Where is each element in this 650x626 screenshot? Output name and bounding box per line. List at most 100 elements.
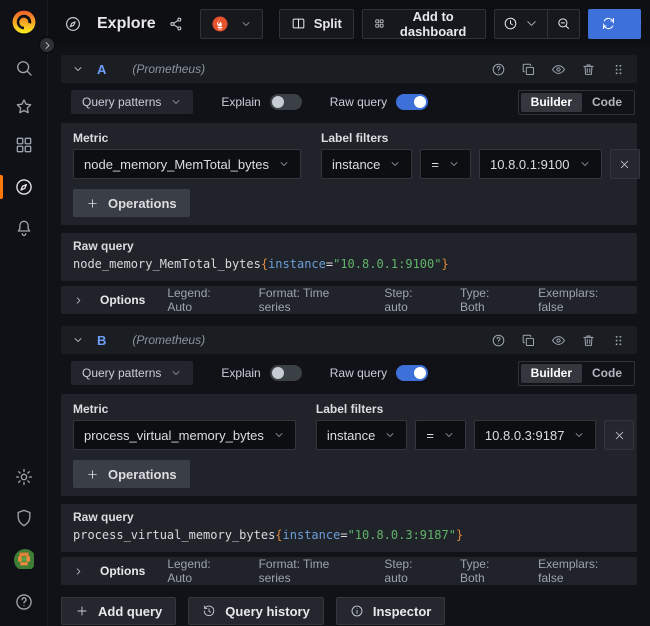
user-avatar[interactable]	[14, 549, 34, 569]
chevron-down-icon	[579, 158, 591, 170]
option-step: Step: auto	[384, 557, 438, 585]
filter-value-select[interactable]: 10.8.0.3:9187	[474, 420, 597, 450]
sidebar-item-server-admin[interactable]	[14, 508, 34, 528]
query-patterns-button[interactable]: Query patterns	[71, 361, 193, 385]
duplicate-query-icon[interactable]	[521, 62, 536, 77]
inspector-button[interactable]: Inspector	[336, 597, 446, 625]
toggle-off-switch[interactable]	[270, 94, 302, 110]
refresh-icon	[601, 16, 616, 31]
datasource-picker[interactable]	[200, 9, 263, 39]
chevron-down-icon	[170, 96, 182, 108]
sidebar	[0, 0, 48, 626]
sidebar-item-starred[interactable]	[14, 97, 34, 117]
query-options-collapsed-b[interactable]: Options Legend: Auto Format: Time series…	[61, 557, 637, 585]
sidebar-item-explore[interactable]	[14, 177, 34, 197]
query-row-b: B (Prometheus) Query patterns	[61, 326, 637, 585]
share-icon[interactable]	[168, 16, 184, 32]
add-operation-button[interactable]: Operations	[73, 460, 190, 488]
toggle-on-switch[interactable]	[396, 365, 428, 381]
query-datasource-label: (Prometheus)	[132, 62, 205, 76]
code-close-brace: }	[441, 257, 448, 271]
builder-mode-button[interactable]: Builder	[521, 364, 582, 383]
page-title: Explore	[97, 15, 156, 33]
query-header-b[interactable]: B (Prometheus)	[61, 326, 637, 354]
metric-field-label: Metric	[73, 131, 301, 145]
sidebar-item-help[interactable]	[14, 592, 34, 612]
query-editor-area: A (Prometheus) Query patterns	[48, 47, 650, 625]
filter-label-select[interactable]: instance	[316, 420, 407, 450]
query-patterns-button[interactable]: Query patterns	[71, 90, 193, 114]
drag-handle-icon[interactable]	[611, 62, 626, 77]
remove-filter-button[interactable]	[604, 420, 634, 450]
option-type: Type: Both	[460, 557, 516, 585]
run-query-refresh-button[interactable]	[588, 9, 629, 39]
label-filters-field-label: Label filters	[321, 131, 640, 145]
filter-operator-select[interactable]: =	[420, 149, 471, 179]
query-header-actions	[491, 333, 626, 348]
metric-select[interactable]: node_memory_MemTotal_bytes	[73, 149, 301, 179]
add-to-dashboard-button[interactable]: Add to dashboard	[362, 9, 486, 39]
prometheus-logo-icon	[211, 15, 229, 33]
filter-value-select[interactable]: 10.8.0.1:9100	[479, 149, 602, 179]
collapse-chevron-icon[interactable]	[72, 334, 84, 346]
toggle-off-switch[interactable]	[270, 365, 302, 381]
remove-query-trash-icon[interactable]	[581, 62, 596, 77]
raw-query-toggle[interactable]: Raw query	[330, 94, 428, 110]
add-query-button[interactable]: Add query	[61, 597, 176, 625]
code-mode-button[interactable]: Code	[582, 364, 632, 383]
query-ref-id: A	[97, 62, 106, 77]
remove-query-trash-icon[interactable]	[581, 333, 596, 348]
add-operation-button[interactable]: Operations	[73, 189, 190, 217]
promql-expression: node_memory_MemTotal_bytes{instance="10.…	[73, 256, 625, 273]
toggle-visibility-eye-icon[interactable]	[551, 333, 566, 348]
query-builder-b: Metric process_virtual_memory_bytes Labe…	[61, 394, 637, 496]
time-range-button[interactable]	[495, 10, 547, 38]
builder-mode-button[interactable]: Builder	[521, 93, 582, 112]
explain-toggle[interactable]: Explain	[221, 365, 301, 381]
sidebar-item-dashboards[interactable]	[14, 135, 34, 155]
query-help-icon[interactable]	[491, 62, 506, 77]
option-format: Format: Time series	[259, 557, 363, 585]
metric-select[interactable]: process_virtual_memory_bytes	[73, 420, 296, 450]
run-query-interval-dropdown[interactable]	[629, 9, 641, 39]
toggle-on-switch[interactable]	[396, 94, 428, 110]
metric-field-label: Metric	[73, 402, 296, 416]
option-exemplars: Exemplars: false	[538, 286, 625, 314]
query-row-a: A (Prometheus) Query patterns	[61, 55, 637, 314]
expand-sidebar-button[interactable]	[38, 36, 56, 54]
zoom-out-time-button[interactable]	[548, 10, 579, 38]
dashboard-grid-icon	[374, 16, 385, 31]
query-history-button[interactable]: Query history	[188, 597, 324, 625]
promql-expression: process_virtual_memory_bytes{instance="1…	[73, 527, 625, 544]
query-header-a[interactable]: A (Prometheus)	[61, 55, 637, 83]
avatar-image	[14, 549, 36, 571]
toggle-visibility-eye-icon[interactable]	[551, 62, 566, 77]
split-button[interactable]: Split	[279, 9, 354, 39]
query-options-collapsed-a[interactable]: Options Legend: Auto Format: Time series…	[61, 286, 637, 314]
raw-query-title: Raw query	[73, 239, 625, 253]
remove-filter-button[interactable]	[610, 149, 640, 179]
grafana-logo[interactable]	[10, 8, 38, 36]
sidebar-item-alerting[interactable]	[14, 218, 34, 238]
explain-toggle[interactable]: Explain	[221, 94, 301, 110]
option-type: Type: Both	[460, 286, 516, 314]
code-label-value: "10.8.0.1:9100"	[333, 257, 441, 271]
collapse-chevron-icon[interactable]	[72, 63, 84, 75]
code-open-brace: {	[261, 257, 268, 271]
sidebar-item-search[interactable]	[14, 58, 34, 78]
time-picker-group	[494, 9, 580, 39]
raw-query-preview-b: Raw query process_virtual_memory_bytes{i…	[61, 504, 637, 552]
filter-label-select[interactable]: instance	[321, 149, 412, 179]
code-mode-button[interactable]: Code	[582, 93, 632, 112]
split-label: Split	[314, 16, 342, 31]
raw-query-toggle[interactable]: Raw query	[330, 365, 428, 381]
add-to-dashboard-label: Add to dashboard	[393, 9, 474, 39]
query-builder-a: Metric node_memory_MemTotal_bytes Label …	[61, 123, 637, 225]
duplicate-query-icon[interactable]	[521, 333, 536, 348]
query-help-icon[interactable]	[491, 333, 506, 348]
sidebar-item-configuration[interactable]	[14, 467, 34, 487]
angle-right-icon	[73, 566, 84, 577]
query-header-actions	[491, 62, 626, 77]
filter-operator-select[interactable]: =	[415, 420, 466, 450]
drag-handle-icon[interactable]	[611, 333, 626, 348]
